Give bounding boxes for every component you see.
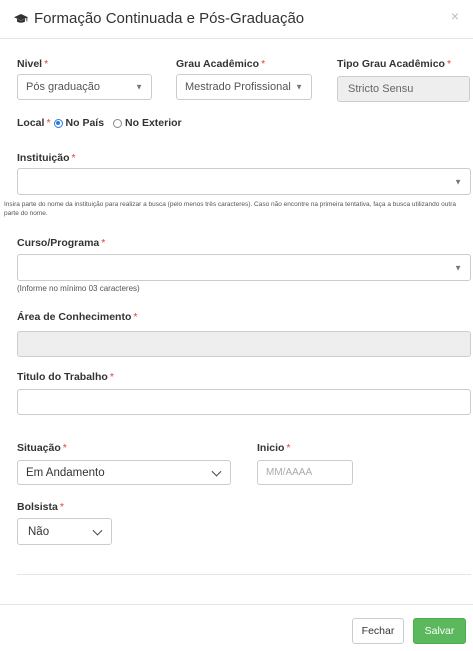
titulo-input[interactable] bbox=[17, 389, 471, 415]
nivel-select[interactable]: Pós graduação ▼ bbox=[17, 74, 152, 100]
situacao-value: Em Andamento bbox=[26, 466, 105, 479]
caret-down-icon: ▼ bbox=[454, 177, 462, 186]
body-divider bbox=[17, 574, 471, 575]
chevron-down-icon bbox=[92, 525, 103, 536]
no-exterior-label[interactable]: No Exterior bbox=[125, 117, 182, 129]
radio-no-pais[interactable] bbox=[53, 118, 63, 128]
tipo-grau-label: Tipo Grau Acadêmico * bbox=[337, 58, 452, 70]
curso-label: Curso/Programa * bbox=[17, 237, 106, 249]
grau-value: Mestrado Profissional bbox=[185, 81, 291, 93]
grau-label: Grau Acadêmico * bbox=[176, 58, 266, 70]
titulo-label: Titulo do Trabalho * bbox=[17, 371, 114, 383]
inicio-input[interactable]: MM/AAAA bbox=[257, 460, 353, 485]
modal-title-text: Formação Continuada e Pós-Graduação bbox=[34, 10, 305, 27]
area-label: Área de Conhecimento * bbox=[17, 311, 138, 323]
graduation-cap-icon bbox=[14, 13, 28, 23]
tipo-grau-field: Stricto Sensu bbox=[337, 76, 470, 102]
nivel-label: Nivel * bbox=[17, 58, 49, 70]
close-icon[interactable]: × bbox=[451, 8, 459, 24]
bolsista-label: Bolsista * bbox=[17, 501, 64, 513]
curso-select[interactable]: ▼ bbox=[17, 254, 471, 281]
instituicao-select[interactable]: ▼ bbox=[17, 168, 471, 195]
bolsista-select[interactable]: Não bbox=[17, 518, 112, 545]
caret-down-icon: ▼ bbox=[135, 82, 143, 92]
nivel-value: Pós graduação bbox=[26, 81, 100, 93]
caret-down-icon: ▼ bbox=[295, 82, 303, 92]
local-group: Local * No País No Exterior bbox=[17, 117, 182, 129]
footer-divider bbox=[0, 604, 473, 605]
area-field bbox=[17, 331, 471, 357]
radio-no-exterior[interactable] bbox=[113, 118, 123, 128]
local-label: Local * bbox=[17, 117, 51, 129]
situacao-select[interactable]: Em Andamento bbox=[17, 460, 231, 485]
grau-select[interactable]: Mestrado Profissional ▼ bbox=[176, 74, 312, 100]
inicio-label: Inicio * bbox=[257, 442, 291, 454]
bolsista-value: Não bbox=[28, 525, 50, 538]
tipo-grau-value: Stricto Sensu bbox=[348, 83, 414, 95]
no-pais-label[interactable]: No País bbox=[66, 117, 105, 129]
curso-help: (Informe no mínimo 03 caracteres) bbox=[17, 284, 140, 293]
instituicao-help: Insira parte do nome da instituição para… bbox=[4, 201, 456, 217]
instituicao-label: Instituição * bbox=[17, 152, 76, 164]
chevron-down-icon bbox=[211, 466, 222, 477]
situacao-label: Situação * bbox=[17, 442, 67, 454]
fechar-button[interactable]: Fechar bbox=[352, 618, 404, 644]
salvar-button[interactable]: Salvar bbox=[413, 618, 466, 644]
inicio-placeholder: MM/AAAA bbox=[266, 467, 313, 478]
header-divider bbox=[0, 38, 473, 39]
modal-title: Formação Continuada e Pós-Graduação bbox=[14, 10, 304, 27]
caret-down-icon: ▼ bbox=[454, 263, 462, 272]
